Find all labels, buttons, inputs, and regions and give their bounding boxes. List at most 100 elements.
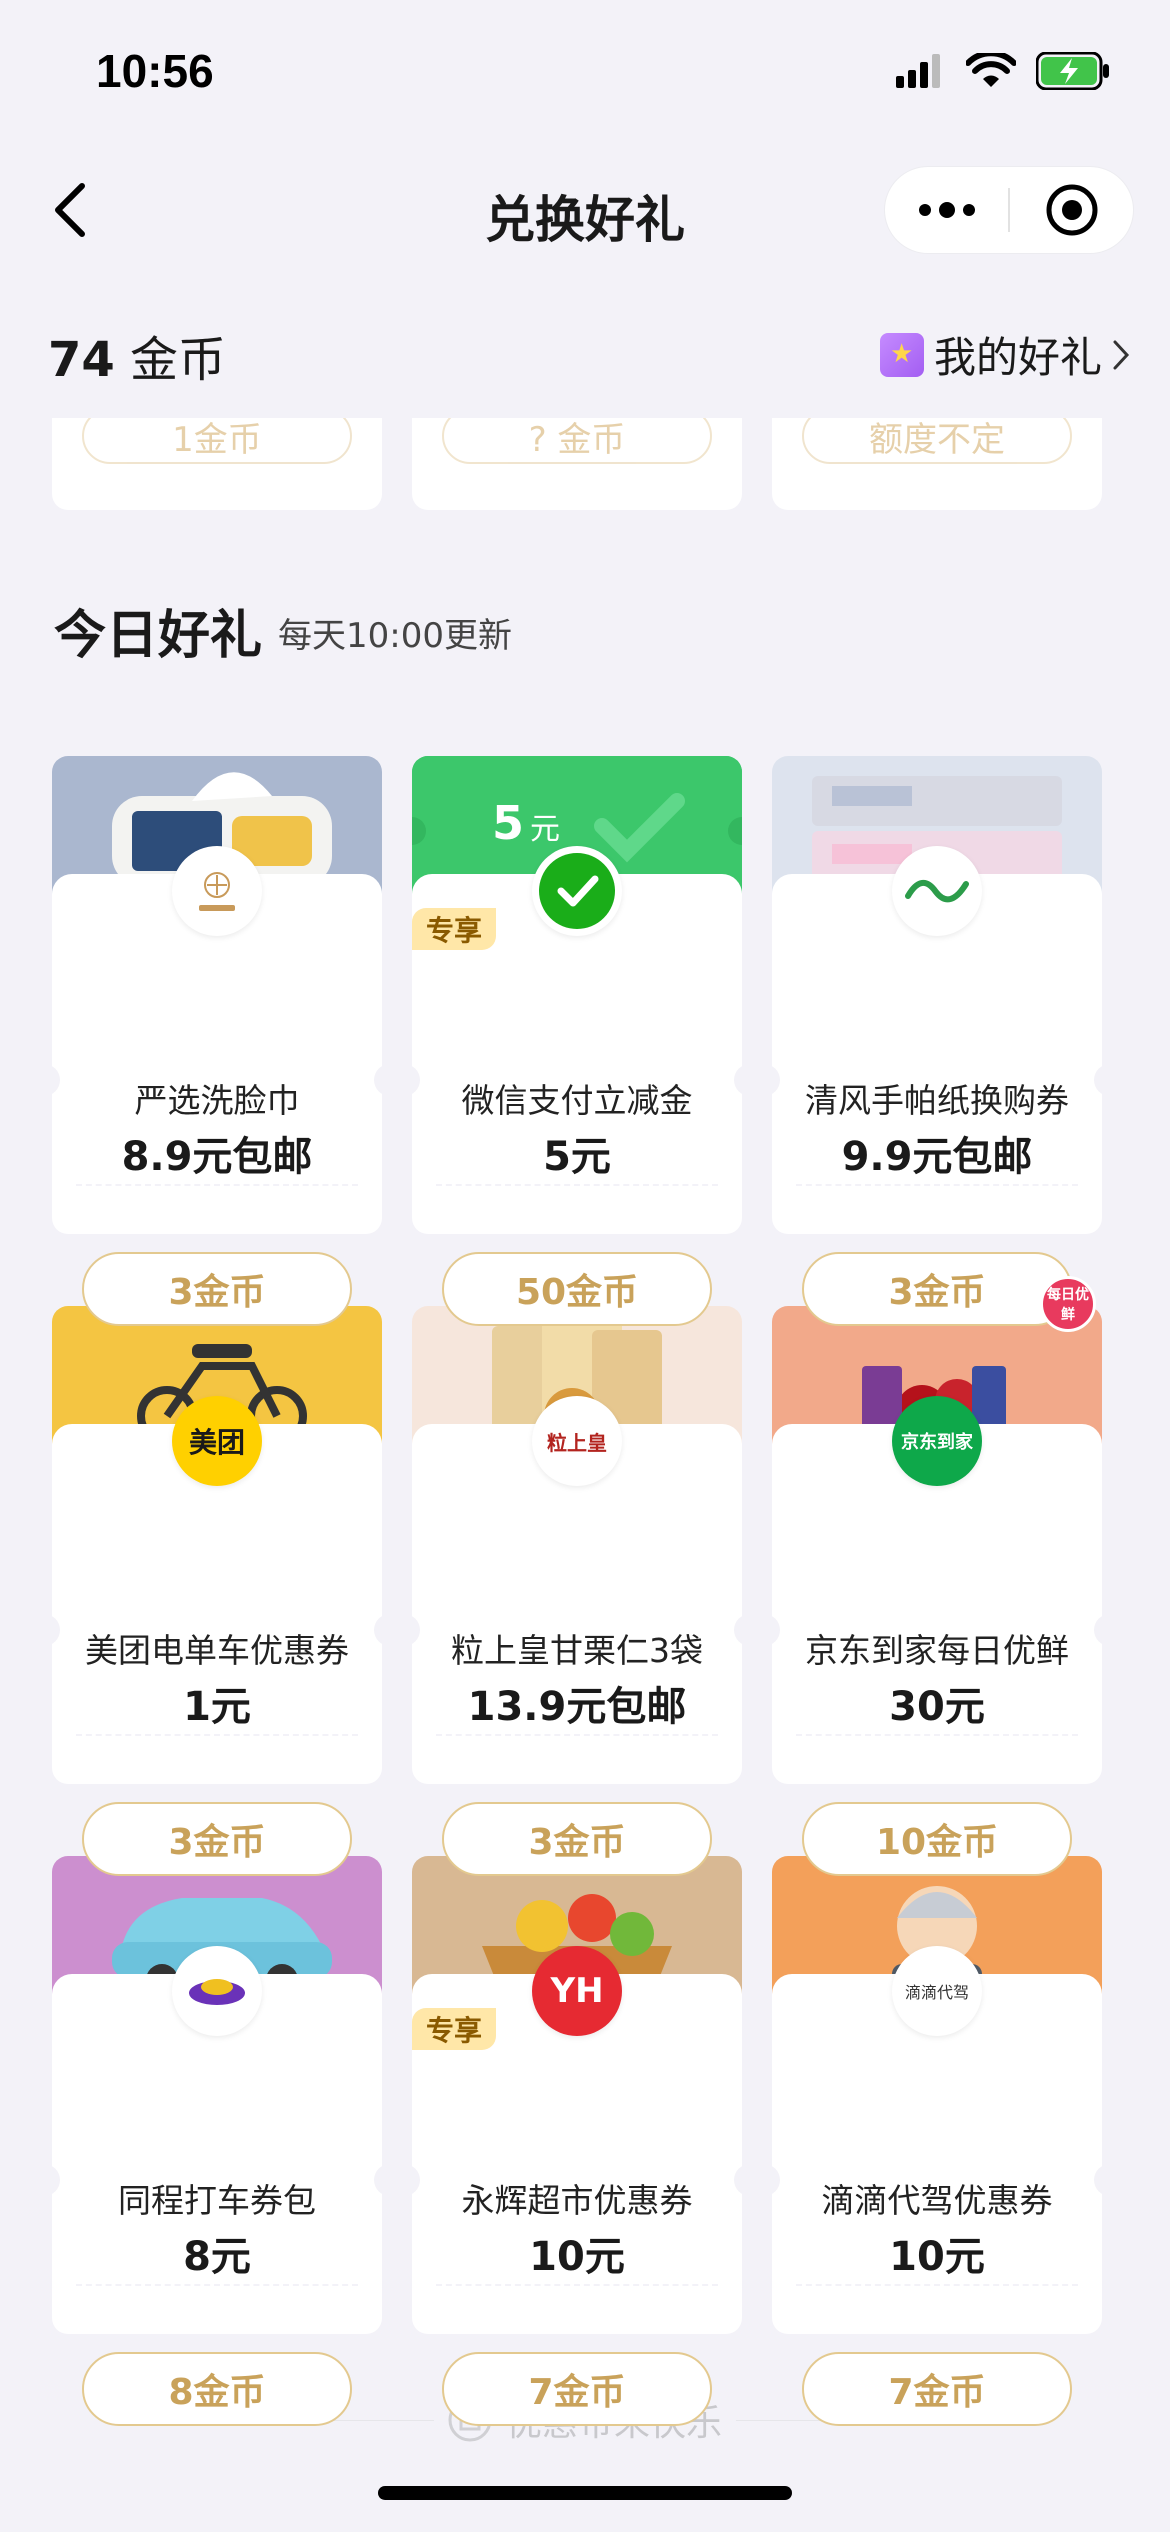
card-divider	[796, 1734, 1078, 1736]
redeem-button[interactable]: 3金币	[82, 1802, 352, 1876]
coin-balance-number: 74	[48, 332, 115, 388]
signal-icon	[896, 54, 940, 88]
my-gifts-label: 我的好礼	[933, 333, 1102, 382]
daily-fresh-sticker-text: 每日优鲜	[1047, 1287, 1089, 1323]
gift-name: 粒上皇甘栗仁3袋	[451, 1631, 703, 1670]
previous-gift-button[interactable]: 额度不定	[802, 418, 1072, 464]
brand-logo-text: YH	[550, 1971, 604, 2011]
brand-logo-text: 美团	[188, 1426, 245, 1459]
previous-gift-card: 1金币	[52, 418, 382, 510]
mini-program-capsule	[884, 166, 1134, 254]
daily-fresh-sticker: 每日优鲜	[1040, 1276, 1096, 1332]
gift-name: 微信支付立减金	[461, 1081, 693, 1120]
previous-gift-card: ? 金币	[412, 418, 742, 510]
gift-price: 8元	[183, 2234, 251, 2280]
gift-name: 清风手帕纸换购券	[805, 1081, 1069, 1120]
redeem-button[interactable]: 3金币	[82, 1252, 352, 1326]
gift-card[interactable]: 清风手帕纸换购券 9.9元包邮 3金币	[764, 756, 1110, 1326]
card-divider	[76, 2284, 358, 2286]
section-subtitle: 每天10:00更新	[278, 616, 512, 656]
card-divider	[796, 2284, 1078, 2286]
wifi-icon	[966, 53, 1016, 87]
brand-logo: 滴滴代驾	[892, 1946, 982, 2036]
exclusive-badge: 专享	[412, 908, 497, 950]
brand-logo-text: 京东到家	[901, 1432, 973, 1453]
wechat-pay-icon	[539, 853, 615, 929]
card-divider	[76, 1184, 358, 1186]
gift-price: 13.9元包邮	[467, 1684, 687, 1730]
redeem-button[interactable]: 7金币	[442, 2352, 712, 2426]
coin-balance: 74 金币	[48, 320, 226, 390]
brand-logo	[892, 846, 982, 936]
my-gifts-link[interactable]: 我的好礼	[879, 324, 1130, 385]
tongcheng-logo-icon	[189, 1979, 245, 2005]
brand-logo: 京东到家	[892, 1396, 982, 1486]
exclusive-badge: 专享	[412, 2008, 497, 2050]
brand-logo	[172, 1946, 262, 2036]
gift-card[interactable]: 滴滴代驾优惠券 10元 7金币 滴滴代驾	[764, 1856, 1110, 2426]
previous-gift-card: 额度不定	[772, 418, 1102, 510]
gift-card[interactable]: 5 元 专享 微信支付立减金 5元 50金币	[404, 756, 750, 1326]
calendar-star-icon	[879, 332, 924, 377]
gift-card[interactable]: 专享 永辉超市优惠券 10元 7金币 YH	[404, 1856, 750, 2426]
gift-card[interactable]: 美团电单车优惠券 1元 3金币 美团	[44, 1306, 390, 1876]
brand-logo	[172, 846, 262, 936]
battery-charging-icon	[1036, 52, 1109, 90]
ticket-amount: 5 元	[492, 796, 560, 850]
brand-logo: 粒上皇	[532, 1396, 622, 1486]
gift-list-scroll-area[interactable]: 1金币 ? 金币 额度不定 今日好礼 每天10:00更新 严选洗脸巾 8.9元包…	[0, 418, 1170, 2468]
redeem-button[interactable]: 7金币	[802, 2352, 1072, 2426]
card-divider	[76, 1734, 358, 1736]
previous-gift-button[interactable]: 1金币	[82, 418, 352, 464]
qingfeng-logo-icon	[905, 880, 969, 903]
gift-card[interactable]: 粒上皇甘栗仁3袋 13.9元包邮 3金币 粒上皇	[404, 1306, 750, 1876]
gift-card[interactable]: 同程打车券包 8元 8金币	[44, 1856, 390, 2426]
card-divider	[436, 1184, 718, 1186]
redeem-button[interactable]: 3金币	[802, 1252, 1072, 1326]
redeem-button[interactable]: 3金币	[442, 1802, 712, 1876]
nav-bar: 兑换好礼	[0, 160, 1170, 260]
section-title: 今日好礼	[54, 606, 263, 666]
brand-logo: YH	[532, 1946, 622, 2036]
brand-logo-text: 滴滴代驾	[904, 1983, 969, 2002]
gift-name: 美团电单车优惠券	[85, 1631, 349, 1670]
gift-name: 同程打车券包	[118, 2181, 316, 2220]
gift-card[interactable]: 严选洗脸巾 8.9元包邮 3金币	[44, 756, 390, 1326]
redeem-button[interactable]: 50金币	[442, 1252, 712, 1326]
gift-price: 5元	[543, 1134, 611, 1180]
gift-name: 京东到家每日优鲜	[805, 1631, 1069, 1670]
gift-name: 滴滴代驾优惠券	[821, 2181, 1053, 2220]
gift-price: 8.9元包邮	[121, 1134, 313, 1180]
brand-logo	[532, 846, 622, 936]
home-indicator	[378, 2486, 792, 2500]
gift-price: 10元	[529, 2234, 625, 2280]
ticket-amount-unit: 元	[530, 812, 561, 847]
gift-name: 严选洗脸巾	[134, 1081, 300, 1120]
redeem-button[interactable]: 8金币	[82, 2352, 352, 2426]
close-mini-program-button[interactable]	[1010, 166, 1133, 254]
card-divider	[436, 2284, 718, 2286]
coins-row: 74 金币 我的好礼	[0, 310, 1170, 390]
brand-logo-text: 粒上皇	[547, 1430, 607, 1455]
yanxuan-logo-icon	[199, 872, 235, 911]
card-divider	[796, 1184, 1078, 1186]
ticket-amount-value: 5	[492, 796, 525, 850]
more-button[interactable]	[885, 166, 1008, 254]
gift-price: 10元	[889, 2234, 985, 2280]
gift-name: 永辉超市优惠券	[461, 2181, 693, 2220]
brand-logo: 美团	[172, 1396, 262, 1486]
coin-balance-unit: 金币	[114, 332, 227, 388]
gift-price: 1元	[183, 1684, 251, 1730]
previous-gift-button[interactable]: ? 金币	[442, 418, 712, 464]
target-icon	[1046, 184, 1097, 236]
gift-price: 30元	[889, 1684, 985, 1730]
gift-card[interactable]: 每日优鲜 京东到家每日优鲜 30元 10金币 京东到家	[764, 1276, 1110, 1876]
status-bar: 10:56	[0, 0, 1170, 150]
status-time: 10:56	[96, 45, 214, 97]
redeem-button[interactable]: 10金币	[802, 1802, 1072, 1876]
previous-gift-row: 1金币 ? 金币 额度不定	[0, 418, 1170, 510]
more-dots-icon	[918, 202, 975, 218]
status-icons	[896, 52, 1110, 90]
card-divider	[436, 1734, 718, 1736]
gift-price: 9.9元包邮	[841, 1134, 1033, 1180]
